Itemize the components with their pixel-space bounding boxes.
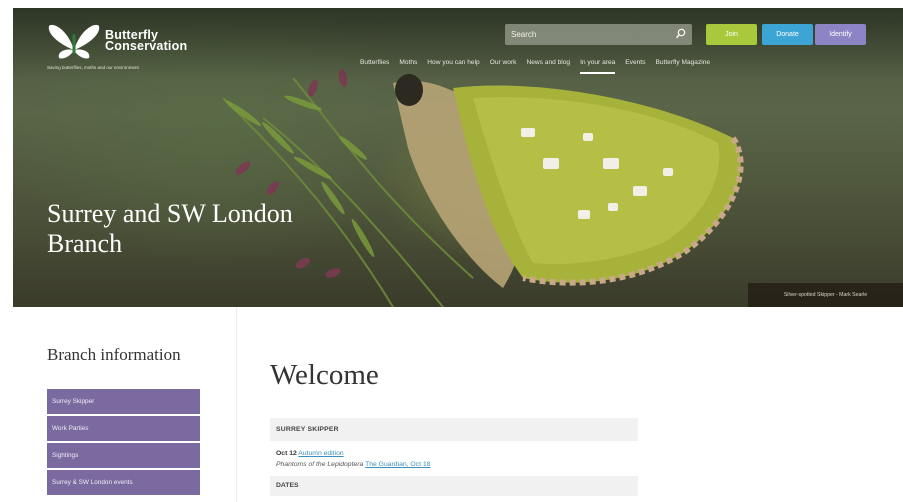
nav-events[interactable]: Events [620, 57, 650, 71]
nav-news-and-blog[interactable]: News and blog [521, 57, 575, 71]
main-content: Welcome SURREY SKIPPER Oct 12 Autumn edi… [237, 307, 903, 502]
row-autumn-edition: Oct 12 Autumn edition [276, 448, 632, 459]
nav-butterflies[interactable]: Butterflies [355, 57, 394, 71]
row-guardian: Phantoms of the Lepidoptera The Guardian… [276, 459, 632, 470]
section-header-dates: DATES [270, 476, 638, 496]
page-title-line2: Branch [47, 229, 123, 258]
logo-tagline: Saving butterflies, moths and our enviro… [47, 65, 139, 70]
photo-caption: Silver-spotted Skipper - Mark Searle [748, 283, 903, 307]
sidebar-item-sightings[interactable]: Sightings [47, 443, 200, 468]
sidebar-title: Branch information [47, 345, 181, 364]
sidebar: Branch information Surrey Skipper Work P… [13, 307, 237, 502]
page-title: Surrey and SW London Branch [47, 199, 407, 259]
identify-button[interactable]: Identify [815, 24, 866, 45]
row-date: Oct 12 [276, 450, 297, 457]
sidebar-item-surrey-skipper[interactable]: Surrey Skipper [47, 389, 200, 414]
nav-moths[interactable]: Moths [394, 57, 422, 71]
welcome-heading: Welcome [270, 359, 379, 391]
table-row: Oct 12 Autumn edition Phantoms of the Le… [270, 441, 638, 472]
site-logo[interactable]: Butterfly Conservation Saving butterflie… [47, 20, 237, 70]
nav-our-work[interactable]: Our work [485, 57, 522, 71]
nav-how-you-can-help[interactable]: How you can help [422, 57, 484, 71]
section-header-surrey-skipper: SURREY SKIPPER [270, 418, 638, 441]
hero-banner: Butterfly Conservation Saving butterflie… [13, 8, 903, 307]
article-title: Phantoms of the Lepidoptera [276, 461, 364, 468]
sidebar-item-work-parties[interactable]: Work Parties [47, 416, 200, 441]
search-icon[interactable] [674, 27, 688, 41]
nav-butterfly-magazine[interactable]: Butterfly Magazine [650, 57, 715, 71]
guardian-link[interactable]: The Guardian, Oct 18 [365, 461, 430, 468]
nav-in-your-area[interactable]: In your area [575, 57, 620, 74]
sidebar-menu: Surrey Skipper Work Parties Sightings Su… [47, 389, 200, 497]
search-box [505, 24, 692, 45]
page-title-line1: Surrey and SW London [47, 199, 293, 228]
butterfly-logo-icon [48, 24, 100, 59]
search-input[interactable] [511, 27, 671, 42]
donate-button[interactable]: Donate [762, 24, 813, 45]
logo-wordmark: Butterfly Conservation [105, 28, 188, 53]
sidebar-item-events[interactable]: Surrey & SW London events [47, 470, 200, 495]
news-table: SURREY SKIPPER Oct 12 Autumn edition Pha… [270, 418, 638, 496]
main-nav: Butterflies Moths How you can help Our w… [355, 57, 715, 74]
autumn-edition-link[interactable]: Autumn edition [298, 450, 343, 457]
join-button[interactable]: Join [706, 24, 757, 45]
page-frame: Butterfly Conservation Saving butterflie… [13, 8, 903, 502]
